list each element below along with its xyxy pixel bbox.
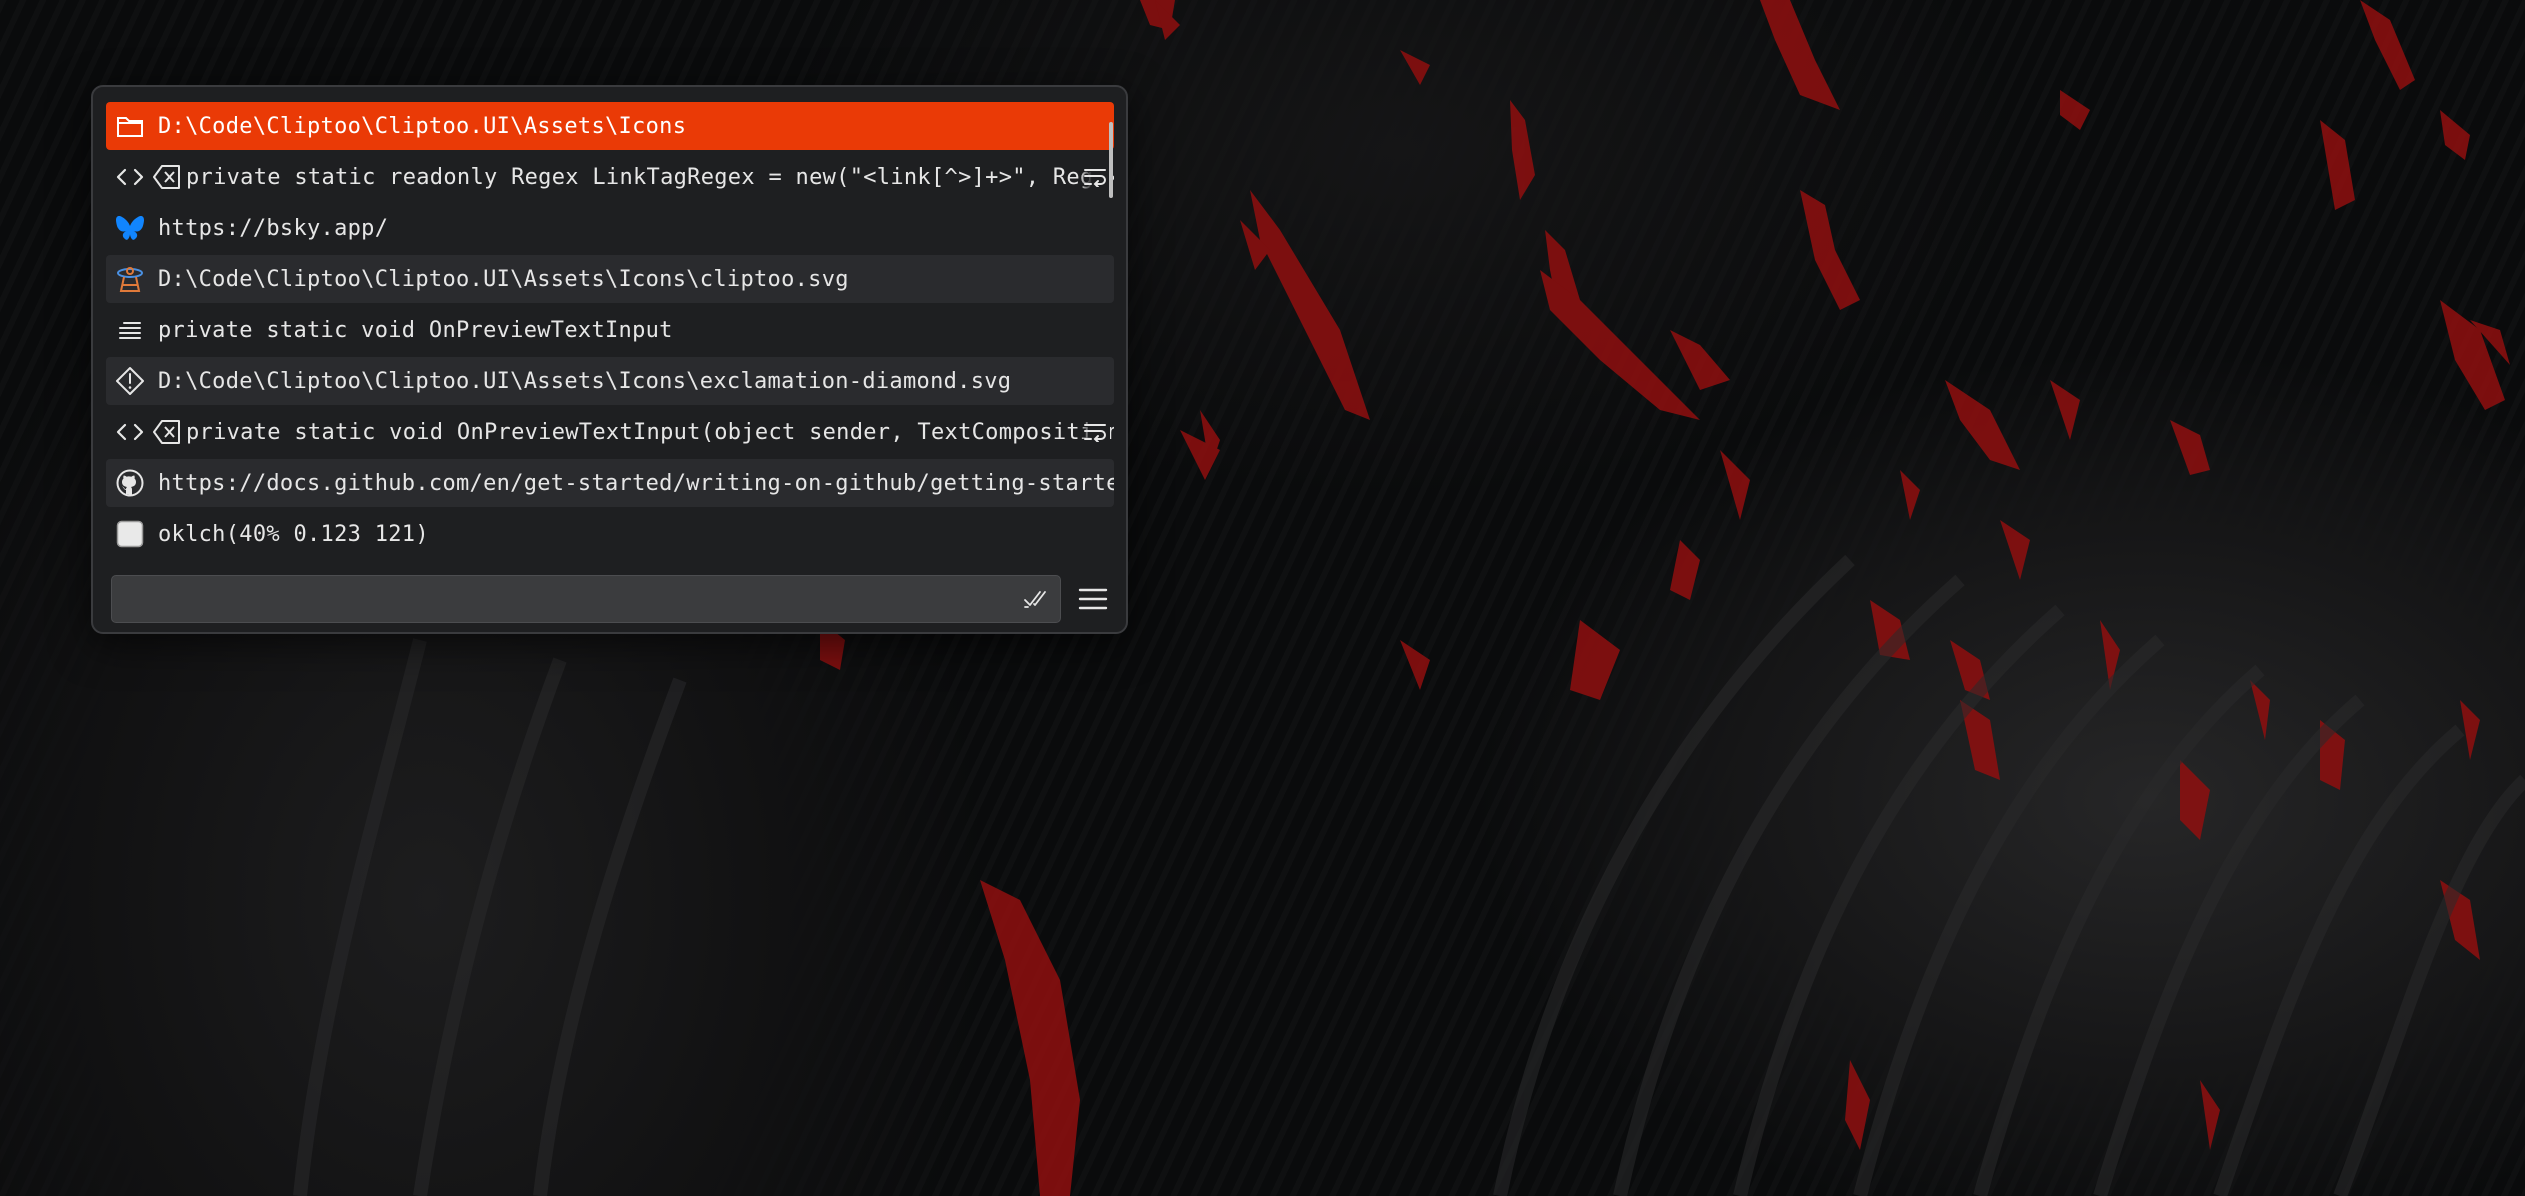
clip-text: private static void OnPreviewTextInput — [158, 317, 673, 343]
clipboard-history-popup: D:\Code\Cliptoo\Cliptoo.UI\Assets\Icons … — [91, 85, 1128, 634]
github-icon — [114, 467, 146, 499]
clear-whitespace-icon — [152, 417, 182, 447]
clip-text: private static void OnPreviewTextInput(o… — [186, 419, 1114, 445]
color-swatch-icon — [114, 518, 146, 550]
clip-item-text[interactable]: private static void OnPreviewTextInput — [106, 306, 1114, 354]
folder-icon — [114, 110, 146, 142]
clip-item-file[interactable]: D:\Code\Cliptoo\Cliptoo.UI\Assets\Icons\… — [106, 255, 1114, 303]
bluesky-butterfly-icon — [114, 212, 146, 244]
cliptoo-svg-file-icon — [114, 263, 146, 295]
search-box — [111, 575, 1061, 624]
clip-item-folder[interactable]: D:\Code\Cliptoo\Cliptoo.UI\Assets\Icons — [106, 102, 1114, 150]
clip-item-code[interactable]: private static readonly Regex LinkTagReg… — [106, 153, 1114, 201]
code-icon — [114, 161, 146, 193]
word-wrap-icon[interactable] — [1080, 417, 1110, 447]
clip-item-link[interactable]: https://docs.github.com/en/get-started/w… — [106, 459, 1114, 507]
text-lines-icon — [114, 314, 146, 346]
clip-item-color[interactable]: oklch(40% 0.123 121) — [106, 510, 1114, 558]
clip-text: D:\Code\Cliptoo\Cliptoo.UI\Assets\Icons — [158, 113, 687, 139]
exclamation-diamond-icon — [114, 365, 146, 397]
clip-text: https://docs.github.com/en/get-started/w… — [158, 470, 1114, 496]
clip-text: D:\Code\Cliptoo\Cliptoo.UI\Assets\Icons\… — [158, 368, 1012, 394]
clip-text: https://bsky.app/ — [158, 215, 389, 241]
double-check-icon[interactable] — [1022, 585, 1052, 613]
scrollbar-thumb[interactable] — [1109, 122, 1113, 198]
search-input[interactable] — [124, 576, 988, 624]
clip-text: oklch(40% 0.123 121) — [158, 521, 429, 547]
clip-text: D:\Code\Cliptoo\Cliptoo.UI\Assets\Icons\… — [158, 266, 849, 292]
clip-item-file[interactable]: D:\Code\Cliptoo\Cliptoo.UI\Assets\Icons\… — [106, 357, 1114, 405]
word-wrap-icon[interactable] — [1080, 162, 1110, 192]
clip-list: D:\Code\Cliptoo\Cliptoo.UI\Assets\Icons … — [106, 102, 1114, 561]
clip-text: private static readonly Regex LinkTagReg… — [186, 164, 1114, 190]
code-icon — [114, 416, 146, 448]
clip-item-code[interactable]: private static void OnPreviewTextInput(o… — [106, 408, 1114, 456]
clear-whitespace-icon — [152, 162, 182, 192]
clip-item-link[interactable]: https://bsky.app/ — [106, 204, 1114, 252]
hamburger-menu-icon[interactable] — [1073, 577, 1113, 621]
